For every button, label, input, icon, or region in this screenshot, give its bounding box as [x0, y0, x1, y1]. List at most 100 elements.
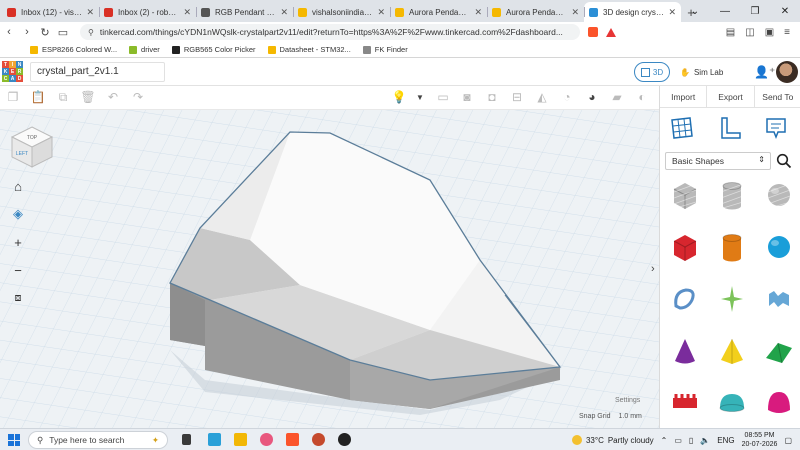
collapse-panel-icon[interactable]: ›: [651, 263, 655, 275]
avatar[interactable]: [776, 61, 798, 83]
shape-library-select[interactable]: Basic Shapes ⇕: [665, 152, 771, 170]
paraboloid-shape[interactable]: [762, 386, 796, 420]
ungroup-icon[interactable]: ◘: [485, 90, 499, 104]
align-icon[interactable]: ⊟: [510, 90, 524, 104]
bookmark-item[interactable]: Datasheet - STM32...: [267, 45, 351, 54]
bookmark-item[interactable]: RGB565 Color Picker: [171, 45, 256, 54]
paste-icon[interactable]: 📋: [31, 90, 46, 104]
notes-icon[interactable]: [764, 116, 788, 140]
fit-view-icon[interactable]: ◈: [10, 206, 26, 222]
app-icon[interactable]: [260, 433, 273, 446]
folder-icon[interactable]: [234, 433, 247, 446]
weather-widget[interactable]: 33°C Partly cloudy: [571, 435, 654, 445]
roof-shape[interactable]: [762, 334, 796, 368]
close-tab-icon[interactable]: ✕: [86, 7, 94, 18]
show-hidden-icons[interactable]: ⌃: [661, 436, 668, 445]
browser-tab[interactable]: 3D design crystal_part ✕: [584, 2, 681, 22]
cone-shape[interactable]: [668, 334, 702, 368]
task-view-icon[interactable]: [182, 434, 191, 445]
design-name-field[interactable]: crystal_part_2v1.1: [30, 62, 165, 82]
cylinder-hole-shape[interactable]: [715, 178, 749, 212]
text-shape[interactable]: [762, 282, 796, 316]
delete-icon[interactable]: 🗑: [80, 90, 95, 104]
ruler-icon[interactable]: ▰: [610, 90, 624, 104]
box-shape[interactable]: [668, 230, 702, 264]
network-icon[interactable]: ▭: [674, 436, 682, 445]
group-icon[interactable]: ◙: [460, 90, 474, 104]
taskbar-search[interactable]: ⚲ Type here to search ✦: [28, 431, 168, 449]
browser-tab[interactable]: vishalsoniindia's Instructab ✕: [293, 2, 390, 22]
url-field[interactable]: ⚲ tinkercad.com/things/cYDN1nWQslk-cryst…: [80, 24, 580, 40]
brave-shields-icon[interactable]: [588, 27, 598, 37]
3d-view-toggle[interactable]: 3D: [634, 62, 670, 82]
clock[interactable]: 08:55 PM 20-07-2026: [742, 431, 778, 449]
send-to-button[interactable]: Send To: [755, 86, 800, 107]
close-tab-icon[interactable]: ✕: [183, 7, 191, 18]
mirror-icon[interactable]: ◭: [535, 90, 549, 104]
tinkercad-logo[interactable]: TINKERCAD: [2, 61, 24, 83]
workplane[interactable]: TOP LEFT ⌂ ◈ + − ⧈: [0, 110, 659, 428]
zoom-out-icon[interactable]: −: [10, 262, 26, 278]
scribble-shape[interactable]: [668, 282, 702, 316]
graph-shape[interactable]: [715, 282, 749, 316]
duplicate-icon[interactable]: ⧉: [56, 90, 70, 104]
import-button[interactable]: Import: [660, 86, 708, 107]
text-red-shape[interactable]: [668, 386, 702, 420]
bookmark-item[interactable]: driver: [129, 45, 160, 54]
copy-icon[interactable]: ❐: [6, 90, 20, 104]
language-indicator[interactable]: ENG: [717, 436, 734, 445]
browser-tab[interactable]: Inbox (2) - robotheproject✕: [99, 2, 196, 22]
workplane-grid-icon[interactable]: [670, 116, 694, 140]
brave-browser-icon[interactable]: [286, 433, 299, 446]
browser-menu-icon[interactable]: ≡: [784, 27, 790, 38]
maximize-button[interactable]: ❐: [740, 0, 770, 22]
windows-start-icon[interactable]: [8, 434, 20, 446]
close-tab-icon[interactable]: ✕: [571, 7, 579, 18]
close-tab-icon[interactable]: ✕: [474, 7, 482, 18]
sphere-shape[interactable]: [762, 230, 796, 264]
box-hole-shape[interactable]: [668, 178, 702, 212]
site-info-icon[interactable]: ⚲: [88, 28, 94, 37]
back-button[interactable]: ‹: [0, 26, 18, 38]
browser-tab[interactable]: RGB Pendant Name Ideas✕: [196, 2, 293, 22]
minimize-button[interactable]: —: [710, 0, 740, 22]
export-button[interactable]: Export: [707, 86, 755, 107]
file-explorer-icon[interactable]: [208, 433, 221, 446]
orthographic-icon[interactable]: ⧈: [10, 290, 26, 306]
chevron-down-icon[interactable]: ▼: [413, 90, 427, 104]
close-tab-icon[interactable]: ✕: [668, 7, 676, 18]
browser-tab[interactable]: Inbox (12) - vishalsoni815✕: [2, 2, 99, 22]
brave-rewards-icon[interactable]: [606, 27, 616, 37]
app-icon-2[interactable]: [338, 433, 351, 446]
workplane-icon[interactable]: ◕: [585, 90, 599, 104]
close-window-button[interactable]: ✕: [770, 0, 800, 22]
settings-gear-icon[interactable]: [312, 433, 325, 446]
snap-grid-value[interactable]: 1.0 mm: [619, 413, 642, 420]
light-bulb-icon[interactable]: 💡: [392, 90, 407, 104]
browser-tab[interactable]: Aurora Pendant : 11 Steps ✕: [487, 2, 584, 22]
redo-icon[interactable]: ↷: [131, 90, 145, 104]
wallet-icon[interactable]: ▣: [765, 27, 774, 38]
close-tab-icon[interactable]: ✕: [377, 7, 385, 18]
sim-lab-button[interactable]: ✋ Sim Lab: [680, 62, 723, 82]
note-icon[interactable]: ▭: [436, 90, 450, 104]
bookmark-item[interactable]: FK Finder: [362, 45, 408, 54]
browser-tab[interactable]: Aurora Pendant - Instructab ✕: [390, 2, 487, 22]
cylinder-shape[interactable]: [715, 230, 749, 264]
battery-icon[interactable]: ▯: [689, 436, 693, 445]
add-user-icon[interactable]: 👤⁺: [754, 65, 775, 79]
reload-button[interactable]: ↻: [36, 26, 54, 39]
forward-button[interactable]: ›: [18, 26, 36, 38]
cruise-icon[interactable]: ◔: [560, 90, 574, 104]
ruler-tool-icon[interactable]: [718, 116, 742, 140]
hole-icon[interactable]: ◐: [635, 90, 649, 104]
extensions-icon[interactable]: ◫: [745, 27, 754, 38]
settings-link[interactable]: Settings: [615, 397, 640, 404]
tab-search-icon[interactable]: ⌄: [680, 0, 710, 22]
volume-icon[interactable]: 🔈: [700, 436, 710, 445]
half-sphere-shape[interactable]: [715, 386, 749, 420]
home-view-icon[interactable]: ⌂: [10, 178, 26, 194]
close-tab-icon[interactable]: ✕: [280, 7, 288, 18]
zoom-in-icon[interactable]: +: [10, 234, 26, 250]
sidebar-icon[interactable]: ▤: [726, 27, 735, 38]
